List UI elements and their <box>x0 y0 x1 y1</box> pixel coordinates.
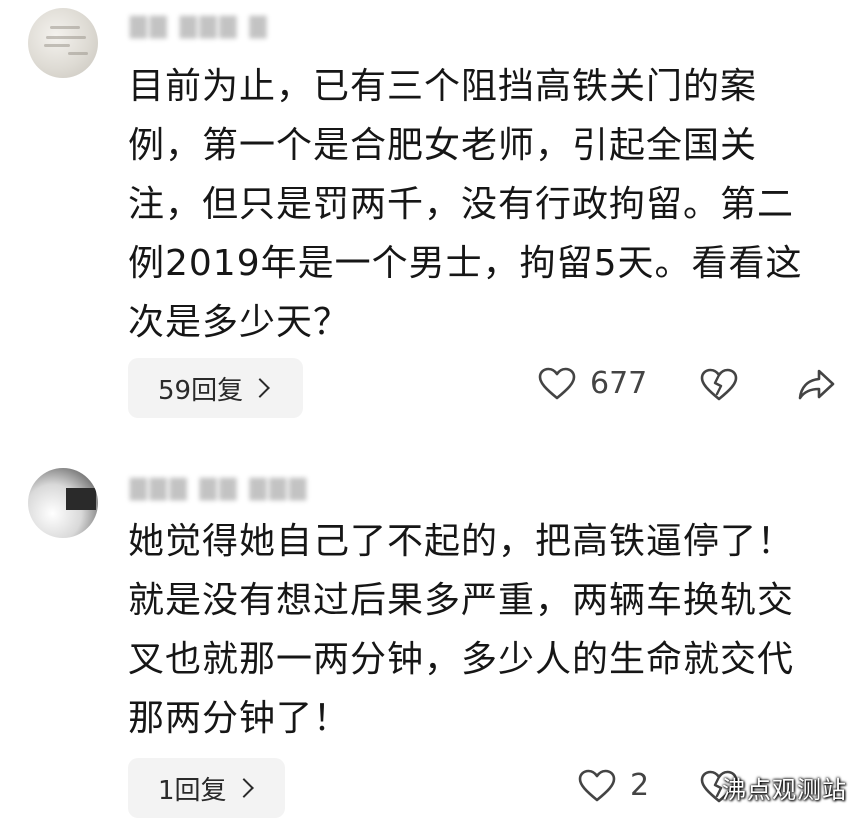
replies-label: 59回复 <box>158 375 244 406</box>
like-count: 2 <box>630 768 650 803</box>
avatar[interactable] <box>28 468 98 538</box>
avatar-detail <box>50 26 80 29</box>
replies-button[interactable]: 1回复 <box>128 758 285 818</box>
broken-heart-icon <box>700 368 738 402</box>
username-blurred[interactable]: ▇▇ ▇▇▇ ▇ <box>130 14 270 40</box>
replies-label: 1回复 <box>158 775 227 806</box>
avatar-detail <box>46 36 86 39</box>
avatar-detail <box>44 44 70 47</box>
avatar[interactable] <box>28 8 98 78</box>
share-arrow-icon <box>798 368 836 402</box>
comment-text: 她觉得她自己了不起的，把高铁逼停了！就是没有想过后果多严重，两辆车换轨交叉也就那… <box>128 521 795 739</box>
avatar-detail <box>68 52 88 55</box>
username-blurred[interactable]: ▇▇▇ ▇▇ ▇▇▇ <box>130 476 309 502</box>
comment-item: ▇▇ ▇▇▇ ▇ 目前为止，已有三个阻挡高铁关门的案例，第一个是合肥女老师，引起… <box>0 0 857 440</box>
share-button[interactable] <box>798 368 836 402</box>
comment-text: 目前为止，已有三个阻挡高铁关门的案例，第一个是合肥女老师，引起全国关注，但只是罚… <box>128 66 803 343</box>
replies-button[interactable]: 59回复 <box>128 358 303 418</box>
like-button[interactable]: 677 <box>538 366 647 401</box>
avatar-detail <box>66 488 96 510</box>
chevron-right-icon <box>233 778 254 798</box>
watermark: 沸点观测站 <box>722 776 847 804</box>
heart-outline-icon <box>578 769 616 803</box>
like-button[interactable]: 2 <box>578 768 649 803</box>
dislike-button[interactable] <box>700 368 738 402</box>
comment-item: ▇▇▇ ▇▇ ▇▇▇ 她觉得她自己了不起的，把高铁逼停了！就是没有想过后果多严重… <box>0 450 857 818</box>
like-count: 677 <box>590 366 648 401</box>
chevron-right-icon <box>250 378 270 398</box>
heart-outline-icon <box>538 367 576 401</box>
